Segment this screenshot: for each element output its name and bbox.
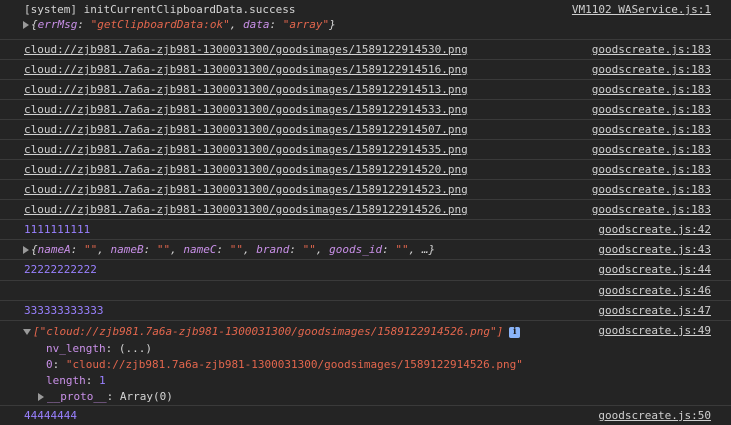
prop-proto[interactable]: __proto__: Array(0): [38, 388, 173, 405]
cloud-url-link[interactable]: cloud://zjb981.7a6a-zjb981-1300031300/go…: [24, 60, 468, 79]
source-link-50[interactable]: goodscreate.js:50: [598, 406, 711, 425]
source-link-183[interactable]: goodscreate.js:183: [592, 160, 711, 179]
cloud-url-rows: cloud://zjb981.7a6a-zjb981-1300031300/go…: [0, 40, 731, 220]
console-row-num2: 22222222222 goodscreate.js:44: [0, 260, 731, 281]
cloud-url-link[interactable]: cloud://zjb981.7a6a-zjb981-1300031300/go…: [24, 180, 468, 199]
log-number-2: 22222222222: [24, 263, 97, 276]
system-object[interactable]: {errMsg: "getClipboardData:ok", data: "a…: [23, 18, 336, 32]
console-row-object: {nameA: "", nameB: "", nameC: "", brand:…: [0, 240, 731, 260]
console-row-system: [system] initCurrentClipboardData.succes…: [0, 0, 731, 40]
info-icon[interactable]: i: [509, 326, 521, 338]
console-row-cloud-url: cloud://zjb981.7a6a-zjb981-1300031300/go…: [0, 100, 731, 120]
console-row-cloud-url: cloud://zjb981.7a6a-zjb981-1300031300/go…: [0, 160, 731, 180]
console-row-cloud-url: cloud://zjb981.7a6a-zjb981-1300031300/go…: [0, 200, 731, 220]
cloud-url-link[interactable]: cloud://zjb981.7a6a-zjb981-1300031300/go…: [24, 140, 468, 159]
cloud-url-link[interactable]: cloud://zjb981.7a6a-zjb981-1300031300/go…: [24, 100, 468, 119]
console-row-cloud-url: cloud://zjb981.7a6a-zjb981-1300031300/go…: [0, 80, 731, 100]
collapse-triangle-icon[interactable]: [23, 329, 31, 335]
source-link-183[interactable]: goodscreate.js:183: [592, 200, 711, 219]
console-row-num3: 333333333333 goodscreate.js:47: [0, 301, 731, 321]
source-link-183[interactable]: goodscreate.js:183: [592, 180, 711, 199]
array-header[interactable]: ["cloud://zjb981.7a6a-zjb981-1300031300/…: [23, 323, 521, 340]
cloud-url-link[interactable]: cloud://zjb981.7a6a-zjb981-1300031300/go…: [24, 200, 468, 219]
prop-length: length: 1: [46, 374, 106, 387]
log-number-1: 1111111111: [24, 223, 91, 236]
source-link-183[interactable]: goodscreate.js:183: [592, 100, 711, 119]
cloud-url-link[interactable]: cloud://zjb981.7a6a-zjb981-1300031300/go…: [24, 120, 468, 139]
devtools-console: [system] initCurrentClipboardData.succes…: [0, 0, 731, 425]
console-row-cloud-url: cloud://zjb981.7a6a-zjb981-1300031300/go…: [0, 60, 731, 80]
source-link-49[interactable]: goodscreate.js:49: [598, 321, 711, 341]
source-link-46[interactable]: goodscreate.js:46: [598, 281, 711, 300]
source-link-47[interactable]: goodscreate.js:47: [598, 301, 711, 320]
console-row-cloud-url: cloud://zjb981.7a6a-zjb981-1300031300/go…: [0, 40, 731, 60]
console-row-cloud-url: cloud://zjb981.7a6a-zjb981-1300031300/go…: [0, 120, 731, 140]
source-link-42[interactable]: goodscreate.js:42: [598, 220, 711, 239]
source-link-183[interactable]: goodscreate.js:183: [592, 60, 711, 79]
expand-triangle-icon[interactable]: [23, 21, 29, 29]
source-link-43[interactable]: goodscreate.js:43: [598, 240, 711, 259]
source-link-183[interactable]: goodscreate.js:183: [592, 80, 711, 99]
console-row-empty: goodscreate.js:46: [0, 281, 731, 301]
log-number-3: 333333333333: [24, 304, 104, 317]
system-message: [system] initCurrentClipboardData.succes…: [24, 3, 296, 16]
object-preview: {errMsg: "getClipboardData:ok", data: "a…: [31, 18, 336, 31]
cloud-url-link[interactable]: cloud://zjb981.7a6a-zjb981-1300031300/go…: [24, 80, 468, 99]
expand-triangle-icon[interactable]: [23, 246, 29, 254]
source-link-183[interactable]: goodscreate.js:183: [592, 40, 711, 59]
cloud-url-link[interactable]: cloud://zjb981.7a6a-zjb981-1300031300/go…: [24, 160, 468, 179]
source-link-44[interactable]: goodscreate.js:44: [598, 260, 711, 280]
console-row-array: ["cloud://zjb981.7a6a-zjb981-1300031300/…: [0, 321, 731, 406]
log-number-4: 44444444: [24, 409, 77, 422]
source-link-183[interactable]: goodscreate.js:183: [592, 120, 711, 139]
console-row-cloud-url: cloud://zjb981.7a6a-zjb981-1300031300/go…: [0, 140, 731, 160]
object-line[interactable]: {nameA: "", nameB: "", nameC: "", brand:…: [23, 240, 435, 259]
console-row-num4: 44444444 goodscreate.js:50: [0, 406, 731, 425]
system-source-link[interactable]: VM1102 WAService.js:1: [572, 3, 711, 17]
prop-index-0: 0: "cloud://zjb981.7a6a-zjb981-130003130…: [46, 358, 523, 371]
source-link-183[interactable]: goodscreate.js:183: [592, 140, 711, 159]
expand-triangle-icon[interactable]: [38, 393, 44, 401]
cloud-url-link[interactable]: cloud://zjb981.7a6a-zjb981-1300031300/go…: [24, 40, 468, 59]
console-row-cloud-url: cloud://zjb981.7a6a-zjb981-1300031300/go…: [0, 180, 731, 200]
console-row-num1: 1111111111 goodscreate.js:42: [0, 220, 731, 240]
prop-nv-length[interactable]: nv_length: (...): [46, 340, 152, 357]
